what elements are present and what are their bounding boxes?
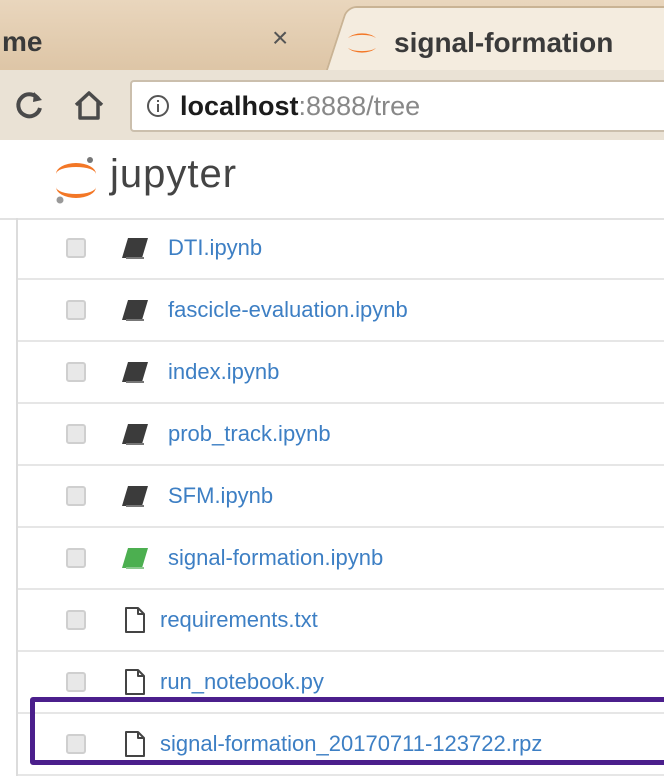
screenshot-frame: me × signal-formation localhost:8888/tre… bbox=[0, 0, 664, 776]
file-icon bbox=[125, 607, 145, 633]
file-row[interactable]: prob_track.ipynb bbox=[18, 404, 664, 466]
file-row[interactable]: index.ipynb bbox=[18, 342, 664, 404]
notebook-icon bbox=[122, 238, 148, 259]
file-checkbox[interactable] bbox=[66, 362, 86, 382]
file-checkbox[interactable] bbox=[66, 300, 86, 320]
file-checkbox[interactable] bbox=[66, 610, 86, 630]
notebook-icon bbox=[122, 300, 148, 321]
file-icon bbox=[125, 731, 145, 757]
url-text: localhost:8888/tree bbox=[180, 91, 420, 122]
info-icon[interactable] bbox=[146, 94, 170, 118]
url-path: :8888/tree bbox=[298, 90, 421, 121]
file-checkbox[interactable] bbox=[66, 672, 86, 692]
tab-title: signal-formation bbox=[394, 27, 614, 58]
file-name-link[interactable]: index.ipynb bbox=[168, 359, 279, 385]
file-name-link[interactable]: requirements.txt bbox=[160, 607, 318, 633]
reload-icon[interactable] bbox=[12, 88, 46, 122]
file-name-link[interactable]: SFM.ipynb bbox=[168, 483, 273, 509]
file-row[interactable]: run_notebook.py bbox=[18, 652, 664, 714]
jupyter-favicon-icon bbox=[348, 33, 376, 53]
address-bar[interactable]: localhost:8888/tree bbox=[130, 80, 664, 132]
tab-close-icon[interactable]: × bbox=[272, 24, 288, 52]
browser-tab-strip: me × signal-formation bbox=[0, 0, 664, 82]
jupyter-logo-icon[interactable] bbox=[50, 154, 102, 206]
file-name-link[interactable]: run_notebook.py bbox=[160, 669, 324, 695]
file-name-link[interactable]: DTI.ipynb bbox=[168, 235, 262, 261]
file-name-link[interactable]: signal-formation.ipynb bbox=[168, 545, 383, 571]
file-checkbox[interactable] bbox=[66, 238, 86, 258]
active-tab-content[interactable]: signal-formation bbox=[342, 6, 613, 80]
running-notebook-icon bbox=[122, 548, 148, 569]
file-checkbox[interactable] bbox=[66, 734, 86, 754]
file-row[interactable]: signal-formation.ipynb bbox=[18, 528, 664, 590]
notebook-icon bbox=[122, 362, 148, 383]
file-name-link[interactable]: prob_track.ipynb bbox=[168, 421, 331, 447]
home-icon[interactable] bbox=[72, 88, 106, 122]
tab-title: me bbox=[2, 26, 43, 57]
notebook-icon bbox=[122, 486, 148, 507]
file-row[interactable]: requirements.txt bbox=[18, 590, 664, 652]
file-row[interactable]: SFM.ipynb bbox=[18, 466, 664, 528]
browser-navbar: localhost:8888/tree bbox=[0, 70, 664, 140]
file-row[interactable]: fascicle-evaluation.ipynb bbox=[18, 280, 664, 342]
file-checkbox[interactable] bbox=[66, 548, 86, 568]
file-name-link[interactable]: signal-formation_20170711-123722.rpz bbox=[160, 731, 542, 757]
file-list: DTI.ipynb fascicle-evaluation.ipynb inde… bbox=[16, 218, 664, 776]
notebook-icon bbox=[122, 424, 148, 445]
file-name-link[interactable]: fascicle-evaluation.ipynb bbox=[168, 297, 408, 323]
file-checkbox[interactable] bbox=[66, 486, 86, 506]
file-icon bbox=[125, 669, 145, 695]
file-checkbox[interactable] bbox=[66, 424, 86, 444]
jupyter-title[interactable]: jupyter bbox=[110, 152, 237, 197]
file-row[interactable]: signal-formation_20170711-123722.rpz bbox=[18, 714, 664, 776]
url-host: localhost bbox=[180, 90, 299, 121]
jupyter-header: jupyter bbox=[0, 140, 664, 220]
file-row[interactable]: DTI.ipynb bbox=[18, 218, 664, 280]
